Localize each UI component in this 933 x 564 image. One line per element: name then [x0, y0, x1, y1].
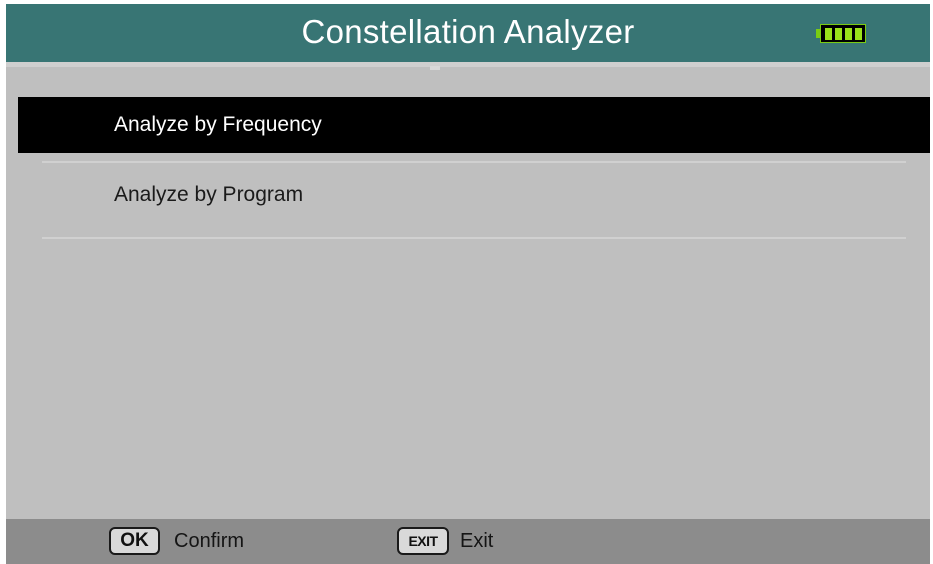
battery-cell [845, 28, 852, 40]
menu-divider [42, 237, 906, 239]
battery-cell [855, 28, 862, 40]
menu-item-label: Analyze by Program [114, 183, 304, 206]
menu-item-analyze-by-frequency[interactable]: Analyze by Frequency [18, 97, 930, 153]
footer-bar: OK Confirm EXIT Exit [6, 519, 930, 564]
menu-item-label: Analyze by Frequency [114, 113, 322, 136]
device-screen: Constellation Analyzer Analyze by Freque… [6, 4, 930, 564]
battery-body [820, 24, 866, 43]
scroll-indicator [430, 66, 440, 70]
page-title: Constellation Analyzer [301, 13, 635, 50]
menu-divider [42, 161, 906, 163]
exit-label: Exit [460, 530, 494, 552]
exit-key-button[interactable]: EXIT [397, 527, 449, 555]
battery-full-icon [816, 21, 868, 47]
header-divider [6, 62, 930, 67]
confirm-label: Confirm [174, 530, 245, 552]
battery-cell [835, 28, 842, 40]
title-bar: Constellation Analyzer [6, 4, 930, 62]
ok-key-button[interactable]: OK [109, 527, 160, 555]
menu-item-analyze-by-program[interactable]: Analyze by Program [18, 167, 930, 223]
battery-cell [825, 28, 832, 40]
